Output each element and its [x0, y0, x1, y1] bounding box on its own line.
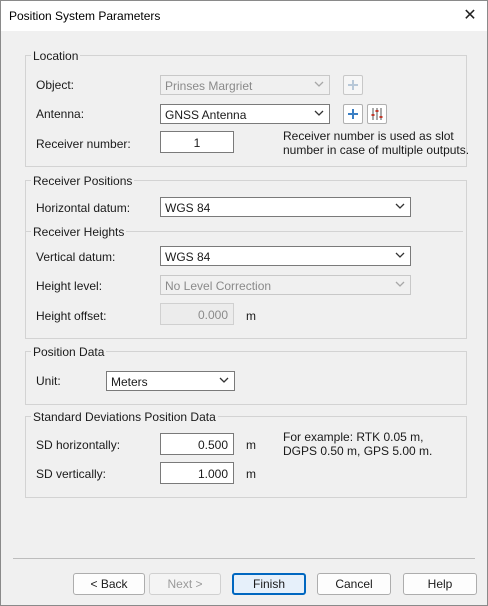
antenna-value: GNSS Antenna	[165, 108, 247, 122]
object-select[interactable]: Prinses Margriet	[160, 75, 330, 95]
footer-separator	[13, 558, 475, 559]
content-panel: Location Object: Prinses Margriet Antenn…	[13, 37, 475, 549]
receiver-number-input[interactable]: 1	[160, 131, 234, 153]
object-value: Prinses Margriet	[165, 79, 253, 93]
horizontal-datum-value: WGS 84	[165, 201, 211, 215]
sd-vertical-input[interactable]: 1.000	[160, 462, 234, 484]
title-bar: Position System Parameters ✕	[1, 1, 487, 31]
vertical-datum-value: WGS 84	[165, 250, 211, 264]
receiver-note: Receiver number is used as slot number i…	[283, 129, 469, 157]
chevron-down-icon	[395, 252, 405, 258]
sd-horizontal-value: 0.500	[197, 438, 228, 452]
back-button[interactable]: < Back	[73, 573, 145, 595]
antenna-settings-button[interactable]	[367, 104, 387, 124]
sd-note-line1: For example: RTK 0.05 m,	[283, 430, 424, 444]
position-data-group	[25, 351, 467, 405]
chevron-down-icon	[395, 203, 405, 209]
sd-note-line2: DGPS 0.50 m, GPS 5.00 m.	[283, 444, 433, 458]
unit-select[interactable]: Meters	[106, 371, 235, 391]
sd-horizontal-unit: m	[246, 438, 256, 452]
sd-vertical-unit: m	[246, 467, 256, 481]
height-level-label: Height level:	[36, 279, 103, 293]
height-offset-label: Height offset:	[36, 309, 107, 323]
height-level-value: No Level Correction	[165, 279, 272, 293]
plus-icon	[348, 80, 358, 90]
chevron-down-icon	[314, 81, 324, 87]
unit-value: Meters	[111, 375, 148, 389]
horizontal-datum-select[interactable]: WGS 84	[160, 197, 411, 217]
location-title: Location	[31, 49, 81, 63]
vertical-datum-select[interactable]: WGS 84	[160, 246, 411, 266]
chevron-down-icon	[314, 110, 324, 116]
horizontal-datum-label: Horizontal datum:	[36, 201, 131, 215]
help-button[interactable]: Help	[403, 573, 477, 595]
sd-vertical-value: 1.000	[197, 467, 228, 481]
height-offset-value: 0.000	[197, 308, 228, 322]
add-antenna-button[interactable]	[343, 104, 363, 124]
object-label: Object:	[36, 78, 75, 92]
receiver-note-line1: Receiver number is used as slot	[283, 129, 454, 143]
antenna-label: Antenna:	[36, 107, 85, 121]
window-title: Position System Parameters	[9, 9, 161, 23]
unit-label: Unit:	[36, 374, 61, 388]
antenna-select[interactable]: GNSS Antenna	[160, 104, 330, 124]
receiver-note-line2: number in case of multiple outputs.	[283, 143, 470, 157]
receiver-heights-title: Receiver Heights	[31, 225, 127, 239]
position-data-title: Position Data	[31, 345, 107, 359]
receiver-positions-title: Receiver Positions	[31, 174, 135, 188]
height-offset-input[interactable]: 0.000	[160, 303, 234, 325]
vertical-datum-label: Vertical datum:	[36, 250, 116, 264]
finish-button[interactable]: Finish	[232, 573, 306, 595]
receiver-number-value: 1	[193, 136, 201, 150]
close-icon[interactable]: ✕	[459, 5, 481, 27]
receiver-number-label: Receiver number:	[36, 137, 131, 151]
add-object-button[interactable]	[343, 75, 363, 95]
cancel-button[interactable]: Cancel	[317, 573, 391, 595]
plus-icon	[348, 109, 358, 119]
std-dev-title: Standard Deviations Position Data	[31, 410, 218, 424]
height-offset-unit: m	[246, 309, 256, 323]
sd-vertical-label: SD vertically:	[36, 467, 107, 481]
sd-horizontal-label: SD horizontally:	[36, 438, 121, 452]
sd-horizontal-input[interactable]: 0.500	[160, 433, 234, 455]
sd-example-note: For example: RTK 0.05 m, DGPS 0.50 m, GP…	[283, 430, 432, 458]
next-button[interactable]: Next >	[149, 573, 221, 595]
chevron-down-icon	[395, 281, 405, 287]
chevron-down-icon	[219, 377, 229, 383]
dialog-window: Position System Parameters ✕ Location Ob…	[0, 0, 488, 606]
sliders-icon	[371, 108, 383, 120]
height-level-select[interactable]: No Level Correction	[160, 275, 411, 295]
